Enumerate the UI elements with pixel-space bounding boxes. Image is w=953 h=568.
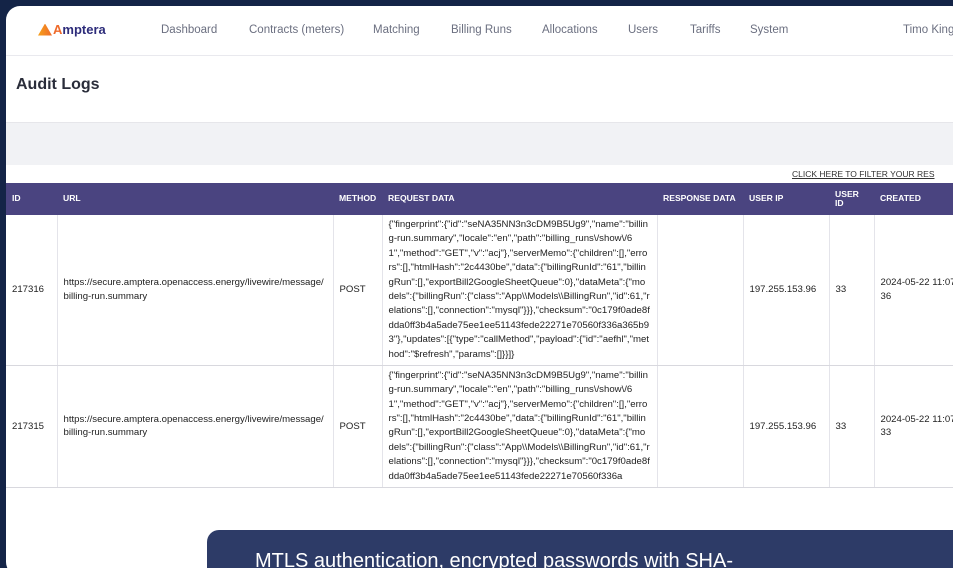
cell-id: 217315 xyxy=(6,365,58,489)
col-header-request-data[interactable]: REQUEST DATA xyxy=(382,183,657,215)
cell-response-data xyxy=(657,215,744,366)
cell-user-id: 33 xyxy=(829,215,875,366)
caption-banner: MTLS authentication, encrypted passwords… xyxy=(207,530,953,568)
cell-created: 2024-05-22 11:07:36 xyxy=(874,215,953,366)
cell-user-id: 33 xyxy=(829,365,875,489)
top-navbar: A mptera Dashboard Contracts (meters) Ma… xyxy=(6,6,953,56)
cell-response-data xyxy=(657,365,744,489)
nav-item-matching[interactable]: Matching xyxy=(373,24,420,36)
nav-item-tariffs[interactable]: Tariffs xyxy=(690,24,720,36)
cell-url: https://secure.amptera.openaccess.energy… xyxy=(57,365,334,489)
page-title: Audit Logs xyxy=(16,76,100,93)
nav-item-dashboard[interactable]: Dashboard xyxy=(161,24,217,36)
cell-method: POST xyxy=(333,365,383,489)
col-header-user-ip[interactable]: USER IP xyxy=(743,183,829,215)
cell-method: POST xyxy=(333,215,383,366)
cell-user-ip: 197.255.153.96 xyxy=(743,365,830,489)
nav-item-billing-runs[interactable]: Billing Runs xyxy=(451,24,512,36)
nav-item-system[interactable]: System xyxy=(750,24,788,36)
cell-request-data: {"fingerprint":{"id":"seNA35NN3n3cDM9B5U… xyxy=(382,215,658,366)
audit-log-table: ID URL METHOD REQUEST DATA RESPONSE DATA… xyxy=(6,183,953,489)
cell-created: 2024-05-22 11:07:33 xyxy=(874,365,953,489)
cell-url: https://secure.amptera.openaccess.energy… xyxy=(57,215,334,366)
logo-text: mptera xyxy=(62,22,106,37)
cell-id: 217316 xyxy=(6,215,58,366)
table-header-row: ID URL METHOD REQUEST DATA RESPONSE DATA… xyxy=(6,183,953,215)
col-header-created[interactable]: CREATED xyxy=(874,183,953,215)
nav-item-contracts[interactable]: Contracts (meters) xyxy=(249,24,344,36)
user-menu[interactable]: Timo King xyxy=(903,24,953,36)
page-header: Audit Logs xyxy=(6,56,953,123)
filter-link[interactable]: CLICK HERE TO FILTER YOUR RES xyxy=(792,169,935,179)
app-window: A mptera Dashboard Contracts (meters) Ma… xyxy=(6,6,953,568)
col-header-id[interactable]: ID xyxy=(6,183,57,215)
logo-letter: A xyxy=(53,22,63,37)
col-header-url[interactable]: URL xyxy=(57,183,333,215)
nav-item-users[interactable]: Users xyxy=(628,24,658,36)
toolbar-band xyxy=(6,123,953,165)
cell-user-ip: 197.255.153.96 xyxy=(743,215,830,366)
nav-item-allocations[interactable]: Allocations xyxy=(542,24,598,36)
table-row[interactable]: 217316 https://secure.amptera.openaccess… xyxy=(6,215,953,366)
brand-logo[interactable]: A mptera xyxy=(38,22,106,37)
table-row[interactable]: 217315 https://secure.amptera.openaccess… xyxy=(6,365,953,489)
col-header-method[interactable]: METHOD xyxy=(333,183,382,215)
col-header-response-data[interactable]: RESPONSE DATA xyxy=(657,183,743,215)
logo-icon xyxy=(38,23,52,36)
cell-request-data: {"fingerprint":{"id":"seNA35NN3n3cDM9B5U… xyxy=(382,365,658,489)
col-header-user-id[interactable]: USER ID xyxy=(829,183,874,215)
